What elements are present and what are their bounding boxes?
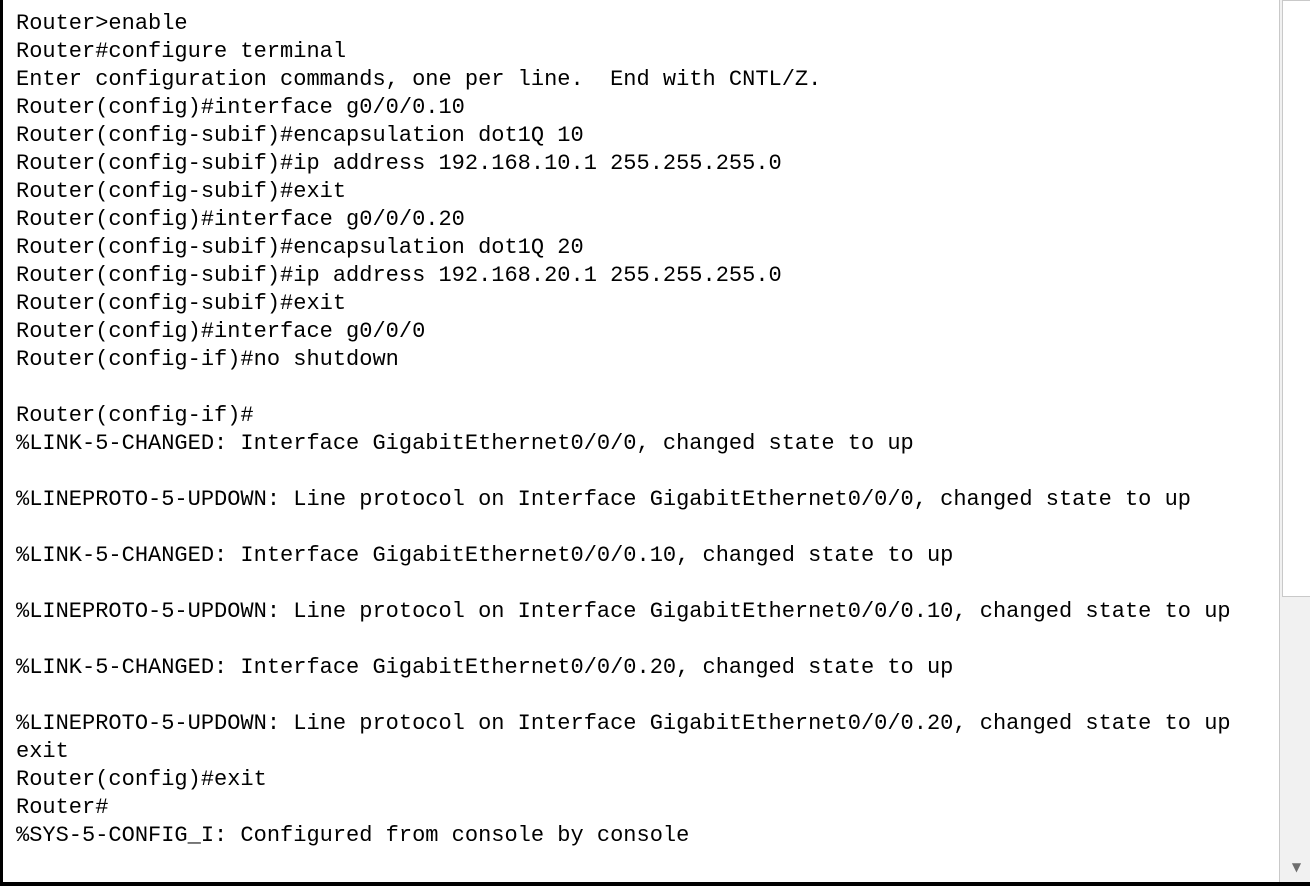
terminal-line: Router(config-subif)#ip address 192.168.…: [16, 151, 782, 176]
terminal-line: Router(config-subif)#ip address 192.168.…: [16, 263, 782, 288]
terminal-line: Router(config-subif)#encapsulation dot1Q…: [16, 123, 584, 148]
scroll-down-arrow-icon[interactable]: ▼: [1280, 852, 1310, 882]
terminal-line: Enter configuration commands, one per li…: [16, 67, 822, 92]
terminal-line: Router(config-subif)#exit: [16, 291, 347, 316]
terminal-line: Router(config-if)#no shutdown: [16, 347, 399, 372]
terminal-line: Router(config-subif)#exit: [16, 179, 347, 204]
scrollbar-thumb[interactable]: [1282, 0, 1310, 597]
terminal-line: %LINK-5-CHANGED: Interface GigabitEthern…: [16, 543, 954, 568]
terminal-line: %LINEPROTO-5-UPDOWN: Line protocol on In…: [16, 487, 1191, 512]
terminal-line: %LINK-5-CHANGED: Interface GigabitEthern…: [16, 431, 914, 456]
terminal-output[interactable]: Router>enable Router#configure terminal En…: [6, 0, 1279, 882]
vertical-scrollbar[interactable]: ▲ ▼: [1279, 0, 1310, 882]
terminal-line: %SYS-5-CONFIG_I: Configured from console…: [16, 823, 690, 848]
terminal-line: %LINK-5-CHANGED: Interface GigabitEthern…: [16, 655, 954, 680]
terminal-line: Router#: [16, 795, 109, 820]
cli-window: Router>enable Router#configure terminal En…: [0, 0, 1310, 886]
terminal-line: Router#configure terminal: [16, 39, 347, 64]
terminal-line: Router(config-if)#: [16, 403, 254, 428]
terminal-line: %LINEPROTO-5-UPDOWN: Line protocol on In…: [16, 599, 1231, 624]
terminal-line: Router(config)#interface g0/0/0.10: [16, 95, 465, 120]
terminal-line: Router>enable: [16, 11, 188, 36]
terminal-line: Router(config)#interface g0/0/0.20: [16, 207, 465, 232]
terminal-line: Router(config)#exit: [16, 767, 267, 792]
terminal-line: exit: [16, 739, 69, 764]
terminal-line: Router(config)#interface g0/0/0: [16, 319, 426, 344]
terminal-line: Router(config-subif)#encapsulation dot1Q…: [16, 235, 584, 260]
terminal-line: %LINEPROTO-5-UPDOWN: Line protocol on In…: [16, 711, 1231, 736]
